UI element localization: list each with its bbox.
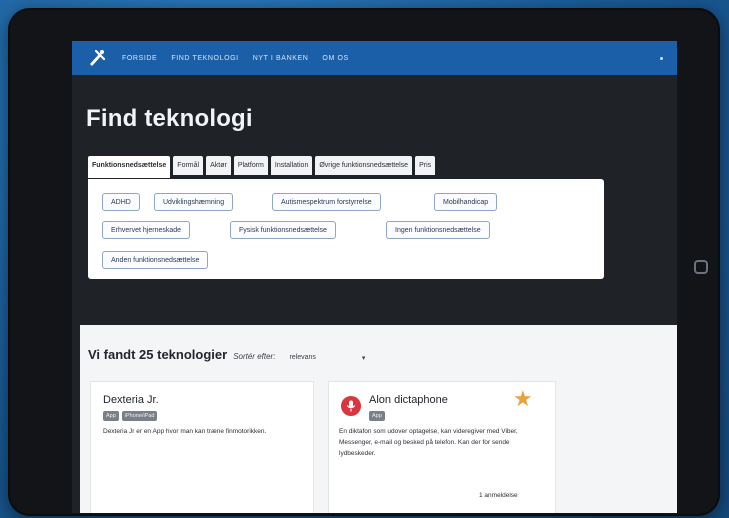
microphone-icon [341,396,361,416]
sort-select[interactable]: relevans ▾ [289,354,365,362]
star-icon[interactable]: ★ [513,388,533,410]
card-badges: App iPhone/iPad [103,411,158,421]
tablet-frame: FORSIDE FIND TEKNOLOGI NYT I BANKEN OM O… [8,8,720,516]
card-description: Dexteria Jr er en App hvor man kan træne… [103,428,267,435]
card-description: En diktafon som udover optagelse, kan vi… [339,428,518,457]
nav-link-om-os[interactable]: OM OS [322,55,348,62]
browser-viewport: FORSIDE FIND TEKNOLOGI NYT I BANKEN OM O… [72,41,677,513]
badge-app: App [369,411,385,421]
technology-card-dexteria[interactable]: Dexteria Jr. App iPhone/iPad Dexteria Jr… [90,381,314,513]
site-logo-icon[interactable] [86,47,108,69]
technology-card-alon[interactable]: Alon dictaphone ★ App En diktafon som ud… [328,381,556,513]
tab-formaal[interactable]: Formål [173,156,204,175]
filter-chip-adhd[interactable]: ADHD [102,193,140,211]
results-header: Vi fandt 25 teknologier Sortér efter: re… [88,347,365,362]
card-badges: App [369,411,385,421]
filter-chip-ingen[interactable]: Ingen funktionsnedsættelse [386,221,490,239]
tab-installation[interactable]: Installation [270,156,313,175]
tab-funktionsnedsaettelse[interactable]: Funktionsnedsættelse [88,156,171,178]
sort-label: Sortér efter: [233,352,276,361]
filter-chip-fysisk[interactable]: Fysisk funktionsnedsættelse [230,221,336,239]
filter-chip-autisme[interactable]: Autismespektrum forstyrrelse [272,193,381,211]
page-title: Find teknologi [86,105,253,132]
card-title[interactable]: Alon dictaphone [369,394,448,406]
filter-chip-mobilhandicap[interactable]: Mobilhandicap [434,193,498,211]
results-count: Vi fandt 25 teknologier [88,347,228,362]
tab-oevrige[interactable]: Øvrige funktionsnedsættelse [315,156,413,175]
badge-app: App [103,411,119,421]
tab-pris[interactable]: Pris [415,156,436,175]
nav-menu-dot-icon[interactable] [660,56,663,60]
nav-link-forside[interactable]: FORSIDE [122,55,157,62]
card-title[interactable]: Dexteria Jr. [103,394,159,406]
home-button[interactable] [694,260,708,274]
results-section: Vi fandt 25 teknologier Sortér efter: re… [80,325,677,513]
reviews-count[interactable]: 1 anmeldelse [479,492,518,499]
filter-panel: ADHD Udviklingshæmning Autismespektrum f… [88,179,604,279]
chevron-down-icon: ▾ [361,355,366,362]
filter-tabs: Funktionsnedsættelse Formål Aktør Platfo… [88,156,436,178]
tab-platform[interactable]: Platform [233,156,268,175]
filter-chip-anden[interactable]: Anden funktionsnedsættelse [102,251,209,269]
badge-iphone-ipad: iPhone/iPad [121,411,158,421]
nav-link-find-teknologi[interactable]: FIND TEKNOLOGI [171,55,238,62]
nav-link-nyt-i-banken[interactable]: NYT I BANKEN [253,55,309,62]
filter-chip-erhvervet-hjerneskade[interactable]: Erhvervet hjerneskade [102,221,191,239]
top-navbar: FORSIDE FIND TEKNOLOGI NYT I BANKEN OM O… [72,41,677,75]
sort-select-value: relevans [289,354,316,361]
tab-aktoer[interactable]: Aktør [206,156,231,175]
filter-chip-udviklingshaemning[interactable]: Udviklingshæmning [154,193,234,211]
